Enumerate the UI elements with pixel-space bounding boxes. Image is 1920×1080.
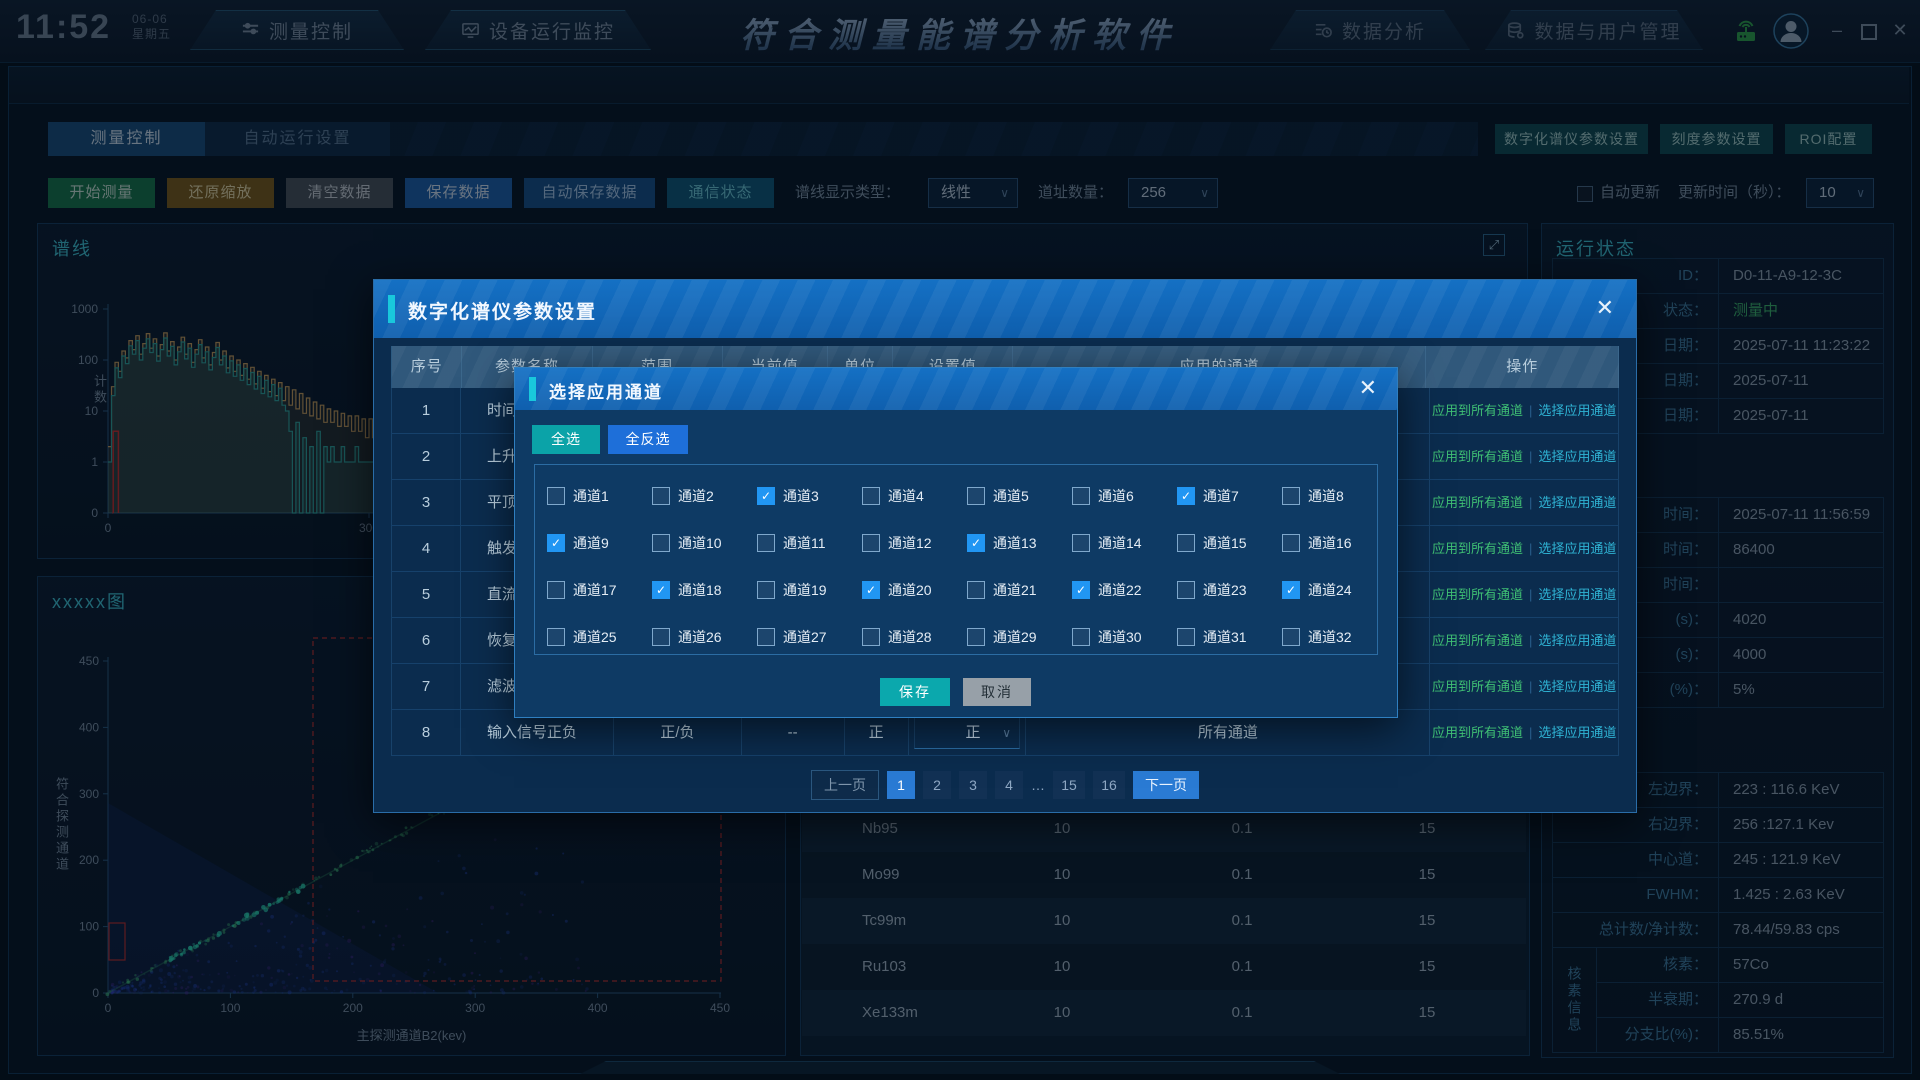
select-channels-link[interactable]: 选择应用通道 [1538,495,1616,510]
page-button[interactable]: 4 [995,771,1023,799]
page-ellipsis: … [1031,771,1045,799]
channel-checkbox-item[interactable]: 通道31 [1177,627,1247,647]
channel-checkbox-item[interactable]: 通道14 [1072,533,1142,553]
channel-checkbox-item[interactable]: ✓通道7 [1177,486,1239,506]
setting-select[interactable]: 正∨ [914,717,1020,749]
pagination: 上一页 1234 … 15 16 下一页 [374,770,1636,800]
cancel-button[interactable]: 取消 [963,678,1031,706]
channel-checkbox-item[interactable]: 通道5 [967,486,1029,506]
next-page-button[interactable]: 下一页 [1133,771,1199,799]
apply-all-link[interactable]: 应用到所有通道 [1432,725,1523,740]
channel-checkbox-item[interactable]: 通道32 [1282,627,1352,647]
channel-checkbox-item[interactable]: 通道15 [1177,533,1247,553]
apply-all-link[interactable]: 应用到所有通道 [1432,403,1523,418]
channel-checkbox-grid: 通道1 通道2 ✓通道3 通道4 通道5 通道6 ✓通道7 通道8 ✓通道9 通道10 通道11 通道… [534,464,1378,655]
channel-checkbox-item[interactable]: 通道1 [547,486,609,506]
channel-checkbox-item[interactable]: 通道4 [862,486,924,506]
dialog-header: 选择应用通道 ✕ [515,368,1397,410]
channel-checkbox-item[interactable]: 通道27 [757,627,827,647]
apply-all-link[interactable]: 应用到所有通道 [1432,495,1523,510]
apply-all-link[interactable]: 应用到所有通道 [1432,541,1523,556]
dialog-header: 数字化谱仪参数设置 ✕ [374,280,1636,338]
apply-all-link[interactable]: 应用到所有通道 [1432,449,1523,464]
channel-checkbox-item[interactable]: 通道23 [1177,580,1247,600]
apply-all-link[interactable]: 应用到所有通道 [1432,679,1523,694]
title-accent-bar [529,377,536,401]
channel-checkbox-item[interactable]: 通道29 [967,627,1037,647]
channel-checkbox-item[interactable]: 通道8 [1282,486,1344,506]
close-icon[interactable]: ✕ [1596,295,1614,321]
channel-checkbox-item[interactable]: 通道10 [652,533,722,553]
channel-checkbox-item[interactable]: ✓通道20 [862,580,932,600]
channel-checkbox-item[interactable]: 通道11 [757,533,826,553]
channel-checkbox-item[interactable]: ✓通道3 [757,486,819,506]
channel-checkbox-item[interactable]: 通道17 [547,580,617,600]
select-channels-dialog: 选择应用通道 ✕ 全选 全反选 通道1通道2✓通道3通道4通道5通道6✓通道7通… [514,367,1398,718]
close-icon[interactable]: ✕ [1359,375,1377,401]
select-channels-link[interactable]: 选择应用通道 [1538,541,1616,556]
channel-checkbox-item[interactable]: 通道28 [862,627,932,647]
dialog-title: 选择应用通道 [549,378,663,403]
channel-checkbox-item[interactable]: 通道25 [547,627,617,647]
page-button[interactable]: 15 [1053,771,1085,799]
page-button[interactable]: 3 [959,771,987,799]
channel-checkbox-item[interactable]: 通道21 [967,580,1037,600]
select-channels-link[interactable]: 选择应用通道 [1538,403,1616,418]
select-channels-link[interactable]: 选择应用通道 [1538,725,1616,740]
channel-checkbox-item[interactable]: ✓通道9 [547,533,609,553]
select-all-button[interactable]: 全选 [532,425,600,454]
channel-checkbox-item[interactable]: ✓通道22 [1072,580,1142,600]
select-channels-link[interactable]: 选择应用通道 [1538,449,1616,464]
channel-checkbox-item[interactable]: 通道12 [862,533,932,553]
title-accent-bar [388,295,395,323]
channel-checkbox-item[interactable]: 通道16 [1282,533,1352,553]
page-button[interactable]: 1 [887,771,915,799]
apply-all-link[interactable]: 应用到所有通道 [1432,587,1523,602]
channel-checkbox-item[interactable]: 通道26 [652,627,722,647]
channel-checkbox-item[interactable]: ✓通道13 [967,533,1037,553]
page-button[interactable]: 2 [923,771,951,799]
channel-checkbox-item[interactable]: 通道2 [652,486,714,506]
select-channels-link[interactable]: 选择应用通道 [1538,633,1616,648]
apply-all-link[interactable]: 应用到所有通道 [1432,633,1523,648]
select-channels-link[interactable]: 选择应用通道 [1538,587,1616,602]
dialog-title: 数字化谱仪参数设置 [408,297,597,324]
invert-selection-button[interactable]: 全反选 [608,425,688,454]
save-button[interactable]: 保存 [880,678,950,706]
channel-checkbox-item[interactable]: ✓通道24 [1282,580,1352,600]
select-channels-link[interactable]: 选择应用通道 [1538,679,1616,694]
prev-page-button[interactable]: 上一页 [811,770,879,800]
channel-checkbox-item[interactable]: 通道30 [1072,627,1142,647]
channel-checkbox-item[interactable]: 通道19 [757,580,827,600]
page-button[interactable]: 16 [1093,771,1125,799]
channel-checkbox-item[interactable]: 通道6 [1072,486,1134,506]
channel-checkbox-item[interactable]: ✓通道18 [652,580,722,600]
